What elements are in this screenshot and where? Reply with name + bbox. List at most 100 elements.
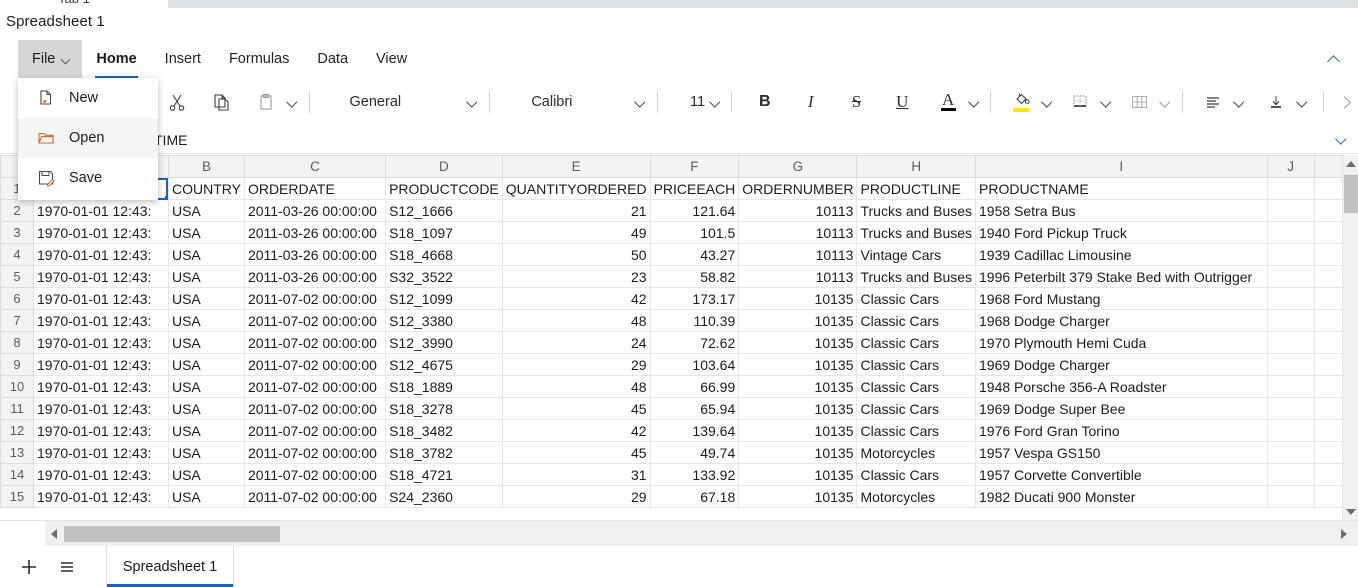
merge-cells-button[interactable] [1123,85,1155,119]
ribbon-tab-home[interactable]: Home [82,40,150,78]
cell-b12[interactable]: USA [167,419,245,442]
cell-j3[interactable] [1266,221,1315,244]
cell-j10[interactable] [1266,375,1315,398]
cell-e2[interactable]: 21 [501,199,651,222]
cell-d1[interactable]: PRODUCTCODE [385,177,503,200]
cell-g7[interactable]: 10135 [738,309,858,332]
cell-e13[interactable]: 45 [501,441,651,464]
cell-h3[interactable]: Trucks and Buses [856,221,977,244]
cell-d11[interactable]: S18_3278 [385,397,503,420]
cell-d3[interactable]: S18_1097 [385,221,503,244]
cell-d2[interactable]: S12_1666 [385,199,503,222]
sheet-list-button[interactable] [50,550,84,584]
cell-f8[interactable]: 72.62 [649,331,740,354]
row-header[interactable]: 12 [0,419,34,442]
file-menu-dropdown[interactable]: New Open Save [18,78,158,200]
cell-g3[interactable]: 10113 [738,221,858,244]
cell-i9[interactable]: 1969 Dodge Charger [975,353,1268,376]
cell-b4[interactable]: USA [167,243,245,266]
cell-b11[interactable]: USA [167,397,245,420]
row-header[interactable]: 13 [0,441,34,464]
cell-g9[interactable]: 10135 [738,353,858,376]
cell-g11[interactable]: 10135 [738,397,858,420]
spreadsheet-grid[interactable]: A B C D E F G H I J 1 TIME COUNTRY [0,155,1358,520]
formula-bar-expand-button[interactable] [1324,127,1358,153]
cell-g8[interactable]: 10135 [738,331,858,354]
cell-f7[interactable]: 110.39 [649,309,740,332]
cell-d15[interactable]: S24_2360 [385,485,503,508]
cell-i5[interactable]: 1996 Peterbilt 379 Stake Bed with Outrig… [975,265,1268,288]
cell-h1[interactable]: PRODUCTLINE [856,177,977,200]
vertical-scroll-thumb[interactable] [1344,175,1358,213]
row-header[interactable]: 9 [0,353,34,376]
cell-a7[interactable]: 1970-01-01 12:43: [33,309,169,332]
cell-f5[interactable]: 58.82 [649,265,740,288]
cell-h14[interactable]: Classic Cars [856,463,977,486]
cell-j4[interactable] [1266,243,1315,266]
cell-h12[interactable]: Classic Cars [856,419,977,442]
scroll-up-button[interactable] [1343,155,1358,172]
font-family-select[interactable]: Calibri [521,87,631,117]
cell-i14[interactable]: 1957 Corvette Convertible [975,463,1268,486]
cell-d12[interactable]: S18_3482 [385,419,503,442]
cell-d7[interactable]: S12_3380 [385,309,503,332]
cell-e11[interactable]: 45 [501,397,651,420]
number-format-select[interactable]: General [340,87,463,117]
cell-c11[interactable]: 2011-07-02 00:00:00 [243,397,387,420]
cell-g4[interactable]: 10113 [738,243,858,266]
font-color-button[interactable]: A [932,85,964,119]
cell-b8[interactable]: USA [167,331,245,354]
toolbar-overflow-button[interactable] [1331,85,1358,119]
scroll-left-button[interactable] [46,526,62,542]
cell-i2[interactable]: 1958 Setra Bus [975,199,1268,222]
cell-j5[interactable] [1266,265,1315,288]
column-header-b[interactable]: B [167,155,245,178]
cell-j2[interactable] [1266,199,1315,222]
paste-options-caret[interactable] [283,85,302,119]
horizontal-scroll-thumb[interactable] [64,526,280,542]
cell-i1[interactable]: PRODUCTNAME [975,177,1268,200]
cell-i8[interactable]: 1970 Plymouth Hemi Cuda [975,331,1268,354]
cell-h6[interactable]: Classic Cars [856,287,977,310]
cell-c1[interactable]: ORDERDATE [243,177,387,200]
column-header-j[interactable]: J [1266,155,1315,178]
row-header[interactable]: 11 [0,397,34,420]
cell-f10[interactable]: 66.99 [649,375,740,398]
cell-j14[interactable] [1266,463,1315,486]
cell-e3[interactable]: 49 [501,221,651,244]
column-header-d[interactable]: D [385,155,503,178]
cell-c3[interactable]: 2011-03-26 00:00:00 [243,221,387,244]
cell-c8[interactable]: 2011-07-02 00:00:00 [243,331,387,354]
cell-b1[interactable]: COUNTRY [167,177,245,200]
number-format-caret[interactable] [462,85,481,119]
cell-i11[interactable]: 1969 Dodge Super Bee [975,397,1268,420]
cell-g10[interactable]: 10135 [738,375,858,398]
fill-color-caret[interactable] [1038,85,1057,119]
cell-g5[interactable]: 10113 [738,265,858,288]
cell-h5[interactable]: Trucks and Buses [856,265,977,288]
cell-e4[interactable]: 50 [501,243,651,266]
cell-c4[interactable]: 2011-03-26 00:00:00 [243,243,387,266]
cell-c14[interactable]: 2011-07-02 00:00:00 [243,463,387,486]
row-header[interactable]: 6 [0,287,34,310]
cell-a2[interactable]: 1970-01-01 12:43: [33,199,169,222]
column-header-h[interactable]: H [856,155,977,178]
cell-g13[interactable]: 10135 [738,441,858,464]
add-sheet-button[interactable] [12,550,46,584]
cell-a11[interactable]: 1970-01-01 12:43: [33,397,169,420]
menu-item-save[interactable]: Save [18,158,158,198]
cell-g12[interactable]: 10135 [738,419,858,442]
row-header[interactable]: 14 [0,463,34,486]
cell-j9[interactable] [1266,353,1315,376]
vertical-align-button[interactable] [1260,85,1292,119]
row-header[interactable]: 15 [0,485,34,508]
cell-d9[interactable]: S12_4675 [385,353,503,376]
cell-g1[interactable]: ORDERNUMBER [738,177,858,200]
cell-g14[interactable]: 10135 [738,463,858,486]
ribbon-tab-file[interactable]: File [18,40,83,78]
cell-e1[interactable]: QUANTITYORDERED [501,177,651,200]
cell-h4[interactable]: Vintage Cars [856,243,977,266]
cell-e10[interactable]: 48 [501,375,651,398]
cell-j8[interactable] [1266,331,1315,354]
menu-item-open[interactable]: Open [18,118,158,158]
